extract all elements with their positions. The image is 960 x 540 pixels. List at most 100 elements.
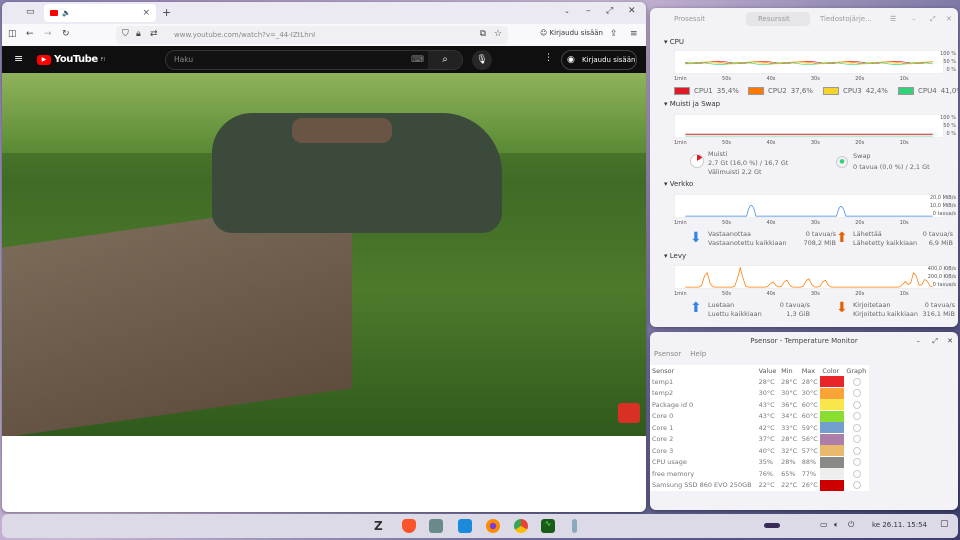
sensor-color-swatch[interactable] [820, 445, 845, 457]
search-input[interactable]: Haku ⌨ ⌕ [165, 50, 463, 70]
graph-toggle-checkbox[interactable] [852, 435, 861, 444]
minimize-button[interactable]: – [912, 15, 916, 23]
permissions-icon[interactable]: ⇄ [150, 29, 158, 39]
menu-help[interactable]: Help [690, 350, 706, 362]
cpu-color-swatch[interactable] [674, 87, 690, 95]
memory-section-header[interactable]: ▾ Muisti ja Swap [664, 100, 720, 108]
cpu-color-swatch[interactable] [748, 87, 764, 95]
color-cell[interactable] [820, 410, 845, 423]
graph-toggle-checkbox[interactable] [852, 469, 861, 478]
maximize-button[interactable]: ⤢ [930, 15, 936, 24]
forward-button[interactable]: → [44, 29, 52, 39]
show-desktop-icon[interactable]: ▢ [940, 519, 949, 529]
url-bar[interactable]: ⛉ 🔒︎ ⇄ www.youtube.com/watch?v=_44-IZtLh… [116, 26, 508, 44]
account-button[interactable]: ☺ Kirjaudu sisään [540, 29, 603, 37]
youtube-logo[interactable]: ▶ YouTube FI [37, 54, 105, 65]
voice-search-button[interactable]: 🎙︎ [472, 50, 492, 70]
chevron-down-icon[interactable]: ⌄ [564, 7, 570, 15]
maximize-button[interactable]: ⤢ [606, 6, 613, 16]
minimize-button[interactable]: – [917, 332, 921, 350]
column-header[interactable]: Min [779, 365, 800, 376]
table-row[interactable]: Core 0 43°C 34°C 60°C [650, 410, 869, 423]
menu-psensor[interactable]: Psensor [654, 350, 681, 362]
column-header[interactable]: Color [820, 365, 844, 376]
graph-toggle-checkbox[interactable] [852, 389, 861, 398]
reload-button[interactable]: ↻ [62, 29, 70, 39]
color-cell[interactable] [820, 422, 845, 434]
table-row[interactable]: CPU usage 35% 28% 88% [650, 456, 869, 469]
close-button[interactable]: ✕ [947, 332, 953, 350]
color-cell[interactable] [820, 456, 845, 469]
close-button[interactable]: ✕ [946, 15, 952, 23]
url-text[interactable]: www.youtube.com/watch?v=_44-IZtLhnI [174, 31, 315, 39]
color-cell[interactable] [820, 445, 845, 457]
disk-section-header[interactable]: ▾ Levy [664, 252, 686, 260]
graph-toggle-checkbox[interactable] [852, 412, 861, 421]
sensor-color-swatch[interactable] [820, 422, 845, 434]
tab-overview-icon[interactable]: ▭ [26, 7, 35, 17]
graph-toggle-checkbox[interactable] [852, 458, 861, 467]
bookmark-star-icon[interactable]: ☆ [494, 29, 502, 39]
color-cell[interactable] [820, 387, 845, 400]
graph-toggle-checkbox[interactable] [852, 400, 861, 409]
graph-toggle-checkbox[interactable] [852, 423, 861, 432]
sensor-color-swatch[interactable] [820, 468, 845, 480]
color-cell[interactable] [820, 468, 845, 480]
clock[interactable]: ke 26.11. 15:54 [872, 521, 927, 529]
table-row[interactable]: Core 2 37°C 28°C 56°C [650, 433, 869, 446]
keyboard-icon[interactable]: ⌨ [411, 51, 424, 69]
network-section-header[interactable]: ▾ Verkko [664, 180, 693, 188]
table-row[interactable]: free memory 76% 65% 77% [650, 468, 869, 480]
tab-filesystems[interactable]: Tiedostojärje... [820, 15, 872, 23]
menu-icon[interactable]: ☰ [890, 15, 896, 23]
column-header[interactable]: Value [757, 365, 779, 376]
sensor-color-swatch[interactable] [820, 433, 845, 445]
volume-icon[interactable]: 🔈︎ [834, 520, 839, 530]
tab-youtube[interactable]: 🔈 × [44, 4, 156, 22]
power-icon[interactable]: ⏻ [848, 520, 854, 530]
sensor-color-swatch[interactable] [820, 387, 845, 399]
column-header[interactable]: Max [800, 365, 821, 376]
channel-watermark[interactable] [618, 403, 640, 423]
brave-browser-icon[interactable] [402, 519, 416, 533]
color-cell[interactable] [820, 433, 845, 446]
video-player[interactable] [2, 73, 646, 436]
graph-toggle-checkbox[interactable] [852, 377, 861, 386]
shield-icon[interactable]: ⛉ [122, 29, 129, 39]
color-cell[interactable] [820, 399, 845, 411]
table-row[interactable]: temp1 28°C 28°C 28°C [650, 376, 869, 388]
color-cell[interactable] [820, 376, 845, 388]
tab-resources[interactable]: Resurssit [746, 12, 810, 26]
file-manager-icon[interactable] [429, 519, 443, 533]
close-button[interactable]: ✕ [628, 6, 636, 16]
signin-button[interactable]: ◉ Kirjaudu sisään [561, 50, 637, 70]
cpu-color-swatch[interactable] [898, 87, 914, 95]
software-store-icon[interactable] [458, 519, 472, 533]
graph-toggle-checkbox[interactable] [852, 446, 861, 455]
chrome-icon[interactable] [514, 519, 528, 533]
cpu-section-header[interactable]: ▾ CPU [664, 38, 684, 46]
graph-toggle-checkbox[interactable] [852, 481, 861, 490]
system-monitor-icon[interactable]: ∿ [541, 519, 555, 533]
psensor-icon[interactable] [572, 519, 577, 533]
sensor-color-swatch[interactable] [820, 410, 845, 422]
back-button[interactable]: ← [26, 29, 34, 39]
table-row[interactable]: Samsung SSD 860 EVO 250GB 22°C 22°C 26°C [650, 479, 869, 492]
menu-icon[interactable]: ≡ [630, 29, 638, 39]
zorin-menu-icon[interactable]: Z [374, 519, 388, 533]
minimize-button[interactable]: – [586, 6, 591, 16]
firefox-icon[interactable] [486, 519, 500, 533]
table-row[interactable]: Core 1 42°C 33°C 59°C [650, 422, 869, 434]
column-header[interactable]: Sensor [650, 365, 757, 376]
color-cell[interactable] [820, 479, 845, 492]
sensor-color-swatch[interactable] [820, 376, 845, 388]
new-tab-button[interactable]: + [162, 6, 171, 19]
table-row[interactable]: Core 3 40°C 32°C 57°C [650, 445, 869, 457]
table-row[interactable]: Package id 0 43°C 36°C 60°C [650, 399, 869, 411]
window-icon[interactable]: ▭ [820, 520, 828, 529]
tab-processes[interactable]: Prosessit [674, 15, 705, 23]
tab-close-button[interactable]: × [142, 8, 150, 18]
search-button[interactable]: ⌕ [428, 51, 462, 69]
media-indicator-icon[interactable] [764, 523, 780, 528]
maximize-button[interactable]: ⤢ [932, 332, 938, 350]
